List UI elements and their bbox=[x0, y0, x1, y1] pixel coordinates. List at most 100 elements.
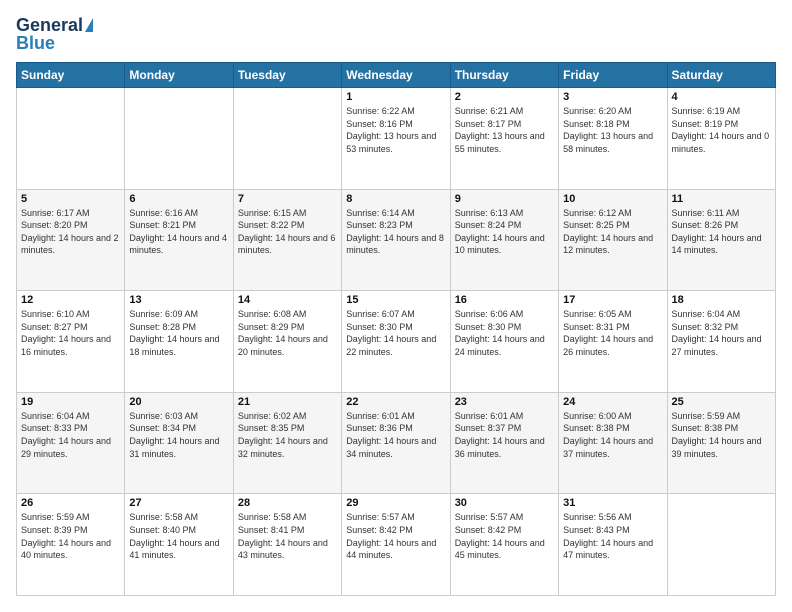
calendar-week-row: 5 Sunrise: 6:17 AMSunset: 8:20 PMDaylight… bbox=[17, 189, 776, 291]
day-number: 24 bbox=[563, 396, 662, 408]
calendar-week-row: 19Sunrise: 6:04 AMSunset: 8:33 PMDayligh… bbox=[17, 392, 776, 494]
cell-info: Sunrise: 6:13 AMSunset: 8:24 PMDaylight:… bbox=[455, 208, 545, 256]
day-number: 20 bbox=[129, 396, 228, 408]
day-number: 18 bbox=[672, 294, 771, 306]
day-number: 16 bbox=[455, 294, 554, 306]
day-number: 3 bbox=[563, 91, 662, 103]
calendar-cell: 5 Sunrise: 6:17 AMSunset: 8:20 PMDaylight… bbox=[17, 189, 125, 291]
day-header-wednesday: Wednesday bbox=[342, 63, 450, 88]
calendar-cell: 15Sunrise: 6:07 AMSunset: 8:30 PMDayligh… bbox=[342, 291, 450, 393]
calendar-cell: 7Sunrise: 6:15 AMSunset: 8:22 PMDaylight… bbox=[233, 189, 341, 291]
day-number: 5 bbox=[21, 193, 120, 205]
calendar-cell: 25Sunrise: 5:59 AMSunset: 8:38 PMDayligh… bbox=[667, 392, 775, 494]
day-number: 2 bbox=[455, 91, 554, 103]
calendar-week-row: 1 Sunrise: 6:22 AMSunset: 8:16 PMDaylight… bbox=[17, 88, 776, 190]
cell-info: Sunrise: 5:57 AMSunset: 8:42 PMDaylight:… bbox=[455, 512, 545, 560]
cell-info: Sunrise: 6:01 AMSunset: 8:36 PMDaylight:… bbox=[346, 411, 436, 459]
calendar-cell: 19Sunrise: 6:04 AMSunset: 8:33 PMDayligh… bbox=[17, 392, 125, 494]
day-number: 11 bbox=[672, 193, 771, 205]
day-number: 23 bbox=[455, 396, 554, 408]
calendar-cell: 10Sunrise: 6:12 AMSunset: 8:25 PMDayligh… bbox=[559, 189, 667, 291]
day-header-monday: Monday bbox=[125, 63, 233, 88]
cell-info: Sunrise: 6:00 AMSunset: 8:38 PMDaylight:… bbox=[563, 411, 653, 459]
cell-info: Sunrise: 6:12 AMSunset: 8:25 PMDaylight:… bbox=[563, 208, 653, 256]
cell-info: Sunrise: 6:09 AMSunset: 8:28 PMDaylight:… bbox=[129, 309, 219, 357]
calendar-table: SundayMondayTuesdayWednesdayThursdayFrid… bbox=[16, 62, 776, 596]
day-number: 9 bbox=[455, 193, 554, 205]
cell-info: Sunrise: 6:01 AMSunset: 8:37 PMDaylight:… bbox=[455, 411, 545, 459]
calendar-cell: 2 Sunrise: 6:21 AMSunset: 8:17 PMDaylight… bbox=[450, 88, 558, 190]
day-number: 13 bbox=[129, 294, 228, 306]
page: General Blue SundayMondayTuesdayWednesda… bbox=[0, 0, 792, 612]
logo-text-general: General bbox=[16, 16, 83, 34]
calendar-cell: 23 Sunrise: 6:01 AMSunset: 8:37 PMDayligh… bbox=[450, 392, 558, 494]
calendar-cell: 28 Sunrise: 5:58 AMSunset: 8:41 PMDayligh… bbox=[233, 494, 341, 596]
day-number: 19 bbox=[21, 396, 120, 408]
calendar-cell: 3 Sunrise: 6:20 AMSunset: 8:18 PMDaylight… bbox=[559, 88, 667, 190]
calendar-cell: 16 Sunrise: 6:06 AMSunset: 8:30 PMDayligh… bbox=[450, 291, 558, 393]
calendar-cell: 14Sunrise: 6:08 AMSunset: 8:29 PMDayligh… bbox=[233, 291, 341, 393]
day-header-friday: Friday bbox=[559, 63, 667, 88]
calendar-cell: 13 Sunrise: 6:09 AMSunset: 8:28 PMDayligh… bbox=[125, 291, 233, 393]
day-number: 21 bbox=[238, 396, 337, 408]
calendar-cell: 8 Sunrise: 6:14 AMSunset: 8:23 PMDaylight… bbox=[342, 189, 450, 291]
calendar-cell: 18 Sunrise: 6:04 AMSunset: 8:32 PMDayligh… bbox=[667, 291, 775, 393]
day-number: 8 bbox=[346, 193, 445, 205]
cell-info: Sunrise: 6:21 AMSunset: 8:17 PMDaylight:… bbox=[455, 106, 545, 154]
calendar-cell: 31 Sunrise: 5:56 AMSunset: 8:43 PMDayligh… bbox=[559, 494, 667, 596]
day-number: 26 bbox=[21, 497, 120, 509]
cell-info: Sunrise: 6:17 AMSunset: 8:20 PMDaylight:… bbox=[21, 208, 119, 256]
calendar-cell: 4 Sunrise: 6:19 AMSunset: 8:19 PMDaylight… bbox=[667, 88, 775, 190]
day-number: 29 bbox=[346, 497, 445, 509]
cell-info: Sunrise: 6:08 AMSunset: 8:29 PMDaylight:… bbox=[238, 309, 328, 357]
cell-info: Sunrise: 5:58 AMSunset: 8:40 PMDaylight:… bbox=[129, 512, 219, 560]
cell-info: Sunrise: 6:19 AMSunset: 8:19 PMDaylight:… bbox=[672, 106, 770, 154]
day-number: 6 bbox=[129, 193, 228, 205]
cell-info: Sunrise: 6:03 AMSunset: 8:34 PMDaylight:… bbox=[129, 411, 219, 459]
cell-info: Sunrise: 5:57 AMSunset: 8:42 PMDaylight:… bbox=[346, 512, 436, 560]
logo: General Blue bbox=[16, 16, 93, 52]
calendar-cell bbox=[17, 88, 125, 190]
day-number: 4 bbox=[672, 91, 771, 103]
cell-info: Sunrise: 6:04 AMSunset: 8:32 PMDaylight:… bbox=[672, 309, 762, 357]
calendar-cell: 29 Sunrise: 5:57 AMSunset: 8:42 PMDayligh… bbox=[342, 494, 450, 596]
cell-info: Sunrise: 5:59 AMSunset: 8:39 PMDaylight:… bbox=[21, 512, 111, 560]
calendar-week-row: 26 Sunrise: 5:59 AMSunset: 8:39 PMDayligh… bbox=[17, 494, 776, 596]
calendar-cell: 24 Sunrise: 6:00 AMSunset: 8:38 PMDayligh… bbox=[559, 392, 667, 494]
logo-triangle-icon bbox=[85, 18, 93, 32]
cell-info: Sunrise: 5:58 AMSunset: 8:41 PMDaylight:… bbox=[238, 512, 328, 560]
day-header-sunday: Sunday bbox=[17, 63, 125, 88]
cell-info: Sunrise: 6:20 AMSunset: 8:18 PMDaylight:… bbox=[563, 106, 653, 154]
day-header-tuesday: Tuesday bbox=[233, 63, 341, 88]
day-number: 22 bbox=[346, 396, 445, 408]
calendar-cell: 26 Sunrise: 5:59 AMSunset: 8:39 PMDayligh… bbox=[17, 494, 125, 596]
calendar-header-row: SundayMondayTuesdayWednesdayThursdayFrid… bbox=[17, 63, 776, 88]
cell-info: Sunrise: 6:05 AMSunset: 8:31 PMDaylight:… bbox=[563, 309, 653, 357]
day-number: 27 bbox=[129, 497, 228, 509]
cell-info: Sunrise: 6:16 AMSunset: 8:21 PMDaylight:… bbox=[129, 208, 227, 256]
calendar-week-row: 12Sunrise: 6:10 AMSunset: 8:27 PMDayligh… bbox=[17, 291, 776, 393]
logo-text-blue: Blue bbox=[16, 34, 55, 52]
cell-info: Sunrise: 6:06 AMSunset: 8:30 PMDaylight:… bbox=[455, 309, 545, 357]
calendar-cell: 21Sunrise: 6:02 AMSunset: 8:35 PMDayligh… bbox=[233, 392, 341, 494]
cell-info: Sunrise: 5:56 AMSunset: 8:43 PMDaylight:… bbox=[563, 512, 653, 560]
calendar-cell: 22 Sunrise: 6:01 AMSunset: 8:36 PMDayligh… bbox=[342, 392, 450, 494]
header: General Blue bbox=[16, 16, 776, 52]
day-number: 30 bbox=[455, 497, 554, 509]
day-number: 7 bbox=[238, 193, 337, 205]
calendar-cell: 20 Sunrise: 6:03 AMSunset: 8:34 PMDayligh… bbox=[125, 392, 233, 494]
cell-info: Sunrise: 6:14 AMSunset: 8:23 PMDaylight:… bbox=[346, 208, 444, 256]
day-number: 1 bbox=[346, 91, 445, 103]
day-number: 31 bbox=[563, 497, 662, 509]
calendar-cell: 17 Sunrise: 6:05 AMSunset: 8:31 PMDayligh… bbox=[559, 291, 667, 393]
cell-info: Sunrise: 6:11 AMSunset: 8:26 PMDaylight:… bbox=[672, 208, 762, 256]
cell-info: Sunrise: 6:22 AMSunset: 8:16 PMDaylight:… bbox=[346, 106, 436, 154]
day-number: 12 bbox=[21, 294, 120, 306]
day-number: 17 bbox=[563, 294, 662, 306]
calendar-cell: 30 Sunrise: 5:57 AMSunset: 8:42 PMDayligh… bbox=[450, 494, 558, 596]
calendar-cell: 12Sunrise: 6:10 AMSunset: 8:27 PMDayligh… bbox=[17, 291, 125, 393]
cell-info: Sunrise: 5:59 AMSunset: 8:38 PMDaylight:… bbox=[672, 411, 762, 459]
calendar-cell bbox=[125, 88, 233, 190]
day-number: 28 bbox=[238, 497, 337, 509]
calendar-cell: 9 Sunrise: 6:13 AMSunset: 8:24 PMDaylight… bbox=[450, 189, 558, 291]
